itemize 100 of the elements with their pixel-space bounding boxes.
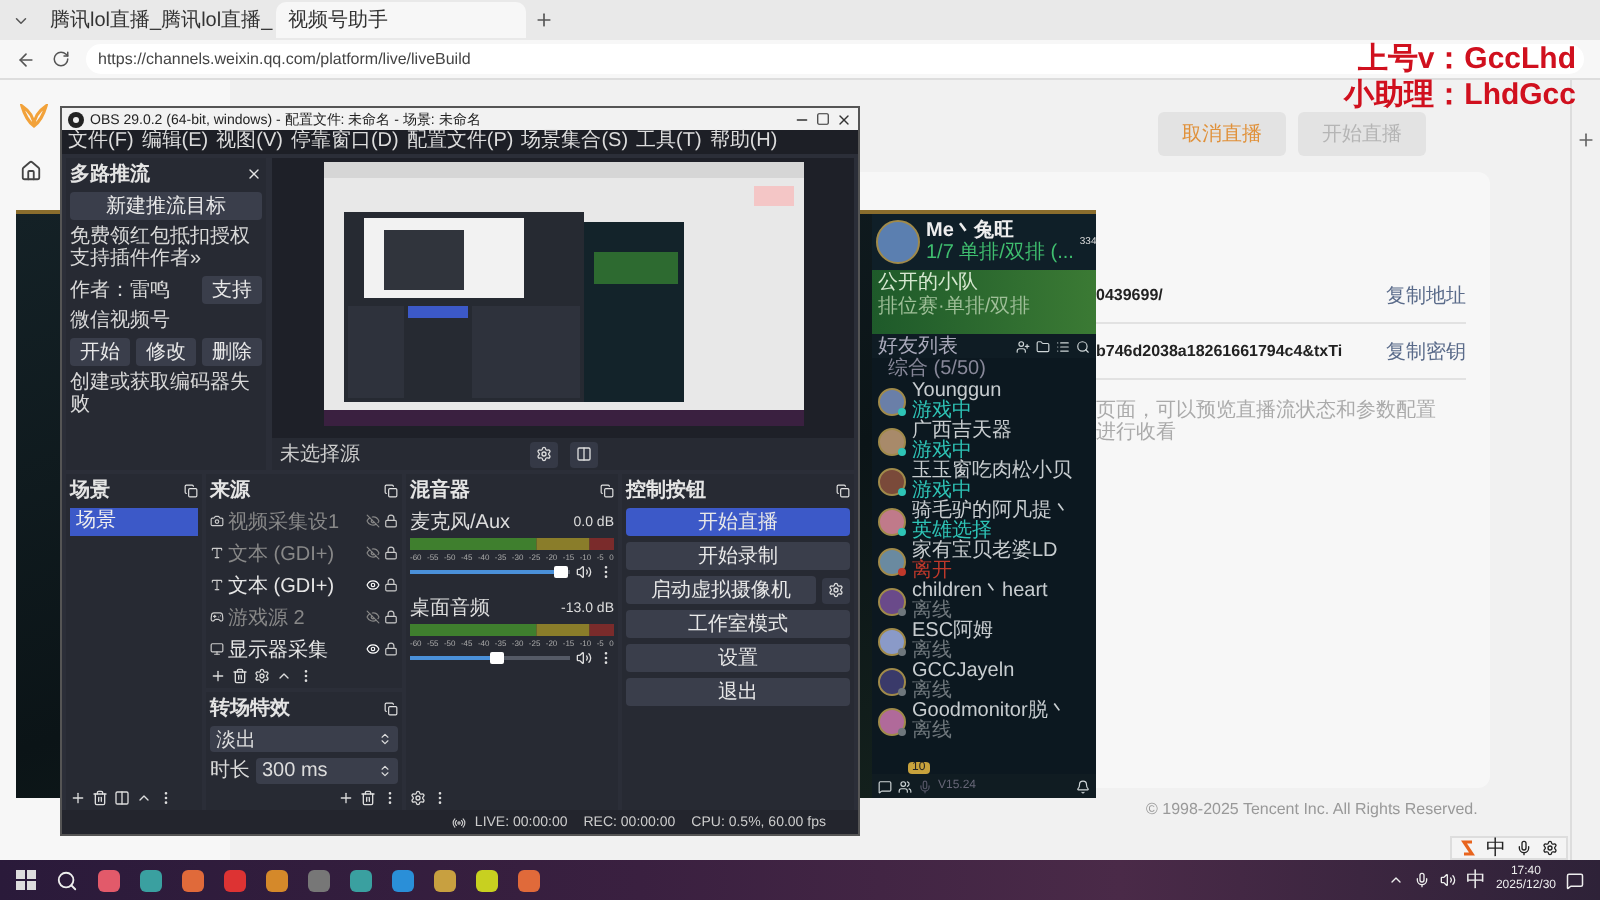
source-item[interactable]: 文本 (GDI+) — [228, 539, 362, 568]
target-button[interactable]: 删除 — [202, 338, 262, 367]
search-icon[interactable] — [56, 869, 78, 891]
settings-icon[interactable] — [1542, 840, 1558, 856]
app-icon[interactable] — [266, 869, 288, 891]
back-icon[interactable] — [16, 49, 36, 69]
menu-item[interactable]: 场景集合(S) — [521, 130, 629, 155]
new-target-button[interactable]: 新建推流目标 — [70, 192, 262, 221]
lock-icon[interactable] — [384, 610, 398, 625]
undock-icon[interactable] — [384, 701, 398, 716]
friend-row[interactable]: 家有宝贝老婆LD 离开 — [872, 542, 1096, 582]
add-icon[interactable] — [210, 668, 226, 685]
close-icon[interactable] — [836, 111, 852, 128]
menu-item[interactable]: 文件(F) — [68, 130, 134, 155]
friend-row[interactable]: GCCJayeln 离线 — [872, 662, 1096, 702]
microphone-icon[interactable] — [1413, 872, 1430, 888]
menu-item[interactable]: 停靠窗口(D) — [290, 130, 399, 155]
speaker-icon[interactable] — [1439, 872, 1456, 888]
control-button[interactable]: 设置 — [626, 644, 850, 673]
delete-icon[interactable] — [92, 790, 108, 807]
speaker-icon[interactable] — [576, 564, 592, 581]
scene-item[interactable]: 场景 — [70, 508, 198, 537]
app-icon[interactable] — [98, 869, 120, 891]
panel-icon[interactable] — [575, 446, 591, 463]
control-button[interactable]: 退出 — [626, 678, 850, 707]
control-button[interactable]: 工作室模式 — [626, 610, 850, 639]
speaker-icon[interactable] — [576, 650, 592, 667]
friend-row[interactable]: children丶heart 离线 — [872, 582, 1096, 622]
reload-icon[interactable] — [52, 50, 70, 68]
settings-button[interactable] — [822, 577, 850, 604]
updown-icon[interactable] — [378, 764, 392, 779]
folder-icon[interactable] — [1036, 339, 1050, 353]
start-icon[interactable] — [16, 870, 36, 890]
support-button[interactable]: 支持 — [202, 276, 262, 305]
tray-expand-icon[interactable] — [1387, 872, 1404, 888]
app-icon[interactable] — [350, 869, 372, 891]
updown-icon[interactable] — [378, 732, 392, 747]
friend-row[interactable]: Goodmonitor脱丶 离线 — [872, 702, 1096, 742]
chat-icon[interactable] — [878, 779, 892, 793]
add-icon[interactable] — [70, 790, 86, 807]
undock-icon[interactable] — [384, 483, 398, 498]
app-icon[interactable] — [182, 869, 204, 891]
app-icon[interactable] — [518, 869, 540, 891]
undock-icon[interactable] — [600, 483, 614, 498]
menu-item[interactable]: 帮助(H) — [709, 130, 778, 155]
gear-icon[interactable] — [828, 582, 844, 599]
friend-row[interactable]: 广西吉天器 游戏中 — [872, 422, 1096, 462]
target-button[interactable]: 修改 — [136, 338, 196, 367]
app-icon[interactable] — [392, 869, 414, 891]
source-item[interactable]: 视频采集设1 — [228, 507, 362, 536]
add-icon[interactable] — [338, 790, 354, 807]
copy-link[interactable]: 复制地址 — [1386, 281, 1466, 309]
add-friend-icon[interactable] — [1016, 339, 1030, 353]
source-item[interactable]: 文本 (GDI+) — [228, 571, 362, 600]
source-item[interactable]: 游戏源 2 — [228, 603, 362, 632]
bell-icon[interactable] — [1076, 779, 1090, 793]
browser-tab[interactable]: 视频号助手 — [276, 2, 526, 38]
home-icon[interactable] — [20, 160, 42, 182]
delete-icon[interactable] — [360, 790, 376, 807]
new-tab-icon[interactable] — [534, 10, 554, 30]
close-icon[interactable] — [246, 166, 262, 183]
volume-slider[interactable] — [410, 656, 570, 661]
control-button[interactable]: 开始录制 — [626, 542, 850, 571]
app-icon[interactable] — [476, 869, 498, 891]
transition-select[interactable]: 淡出 — [210, 726, 398, 753]
gear-icon[interactable] — [535, 446, 551, 463]
app-icon[interactable] — [434, 869, 456, 891]
friend-row[interactable]: Younggun 游戏中 — [872, 382, 1096, 422]
delete-icon[interactable] — [232, 668, 248, 685]
friend-row[interactable]: 玉玉窗吃肉松小贝 游戏中 — [872, 462, 1096, 502]
party-icon[interactable] — [898, 779, 912, 793]
friend-row[interactable]: ESC阿姆 离线 — [872, 622, 1096, 662]
menu-item[interactable]: 视图(V) — [216, 130, 283, 155]
maximize-icon[interactable] — [816, 112, 830, 127]
app-icon[interactable] — [140, 869, 162, 891]
browser-tab[interactable]: 腾讯lol直播_腾讯lol直播_ — [38, 2, 268, 38]
search-icon[interactable] — [1076, 339, 1090, 353]
list-icon[interactable] — [1056, 339, 1070, 353]
copy-link[interactable]: 复制密钥 — [1386, 337, 1466, 365]
lock-icon[interactable] — [384, 642, 398, 657]
control-button[interactable]: 开始直播 — [626, 508, 850, 537]
lock-icon[interactable] — [384, 546, 398, 561]
menu-item[interactable]: 工具(T) — [636, 130, 702, 155]
lock-icon[interactable] — [384, 578, 398, 593]
duration-field[interactable]: 300 ms — [256, 758, 398, 785]
input-method-text[interactable]: 中 — [1465, 866, 1486, 894]
source-item[interactable]: 显示器采集 — [228, 635, 362, 664]
control-button[interactable]: 启动虚拟摄像机 — [626, 576, 816, 605]
lock-icon[interactable] — [384, 514, 398, 529]
notification-icon[interactable] — [1566, 871, 1584, 889]
settings-button[interactable] — [529, 441, 557, 468]
layout-button[interactable] — [569, 441, 597, 468]
ime-mode[interactable]: 中 — [1486, 834, 1506, 862]
microphone-icon[interactable] — [1516, 840, 1532, 856]
target-button[interactable]: 开始 — [70, 338, 130, 367]
group-header[interactable]: 综合 (5/50) — [872, 358, 1096, 382]
add-icon[interactable] — [1576, 130, 1596, 150]
undock-icon[interactable] — [836, 483, 850, 498]
volume-slider[interactable] — [410, 570, 570, 575]
menu-item[interactable]: 配置文件(P) — [406, 130, 514, 155]
